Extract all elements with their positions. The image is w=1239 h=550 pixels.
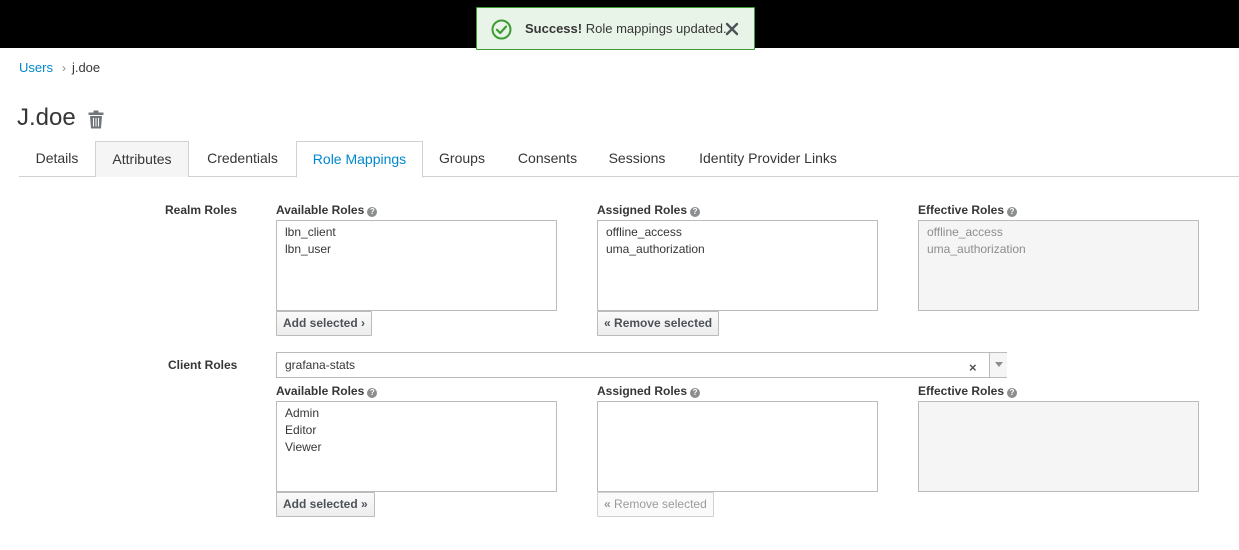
remove-selected-label: Remove selected [614,316,713,330]
realm-available-roles-text: Available Roles [276,203,365,217]
add-selected-label: Add selected [283,497,358,511]
client-roles-label: Client Roles [168,358,238,372]
realm-assigned-roles-text: Assigned Roles [597,203,688,217]
client-select-toggle[interactable] [989,353,1007,377]
realm-assigned-roles-label: Assigned Roles? [597,203,701,217]
close-icon[interactable] [725,22,739,36]
realm-available-roles-list[interactable]: lbn_client lbn_user [276,220,557,311]
list-item[interactable]: Editor [285,422,548,439]
help-icon[interactable]: ? [690,207,701,217]
page-title: J.doe [17,104,76,131]
realm-roles-label: Realm Roles [165,203,238,217]
double-chevron-right-icon: » [361,497,368,511]
chevron-right-icon: › [361,316,366,330]
client-assigned-roles-list[interactable] [597,401,878,492]
tab-details[interactable]: Details [19,141,95,177]
clear-selection-icon[interactable]: × [969,360,977,375]
help-icon[interactable]: ? [690,388,701,398]
notification-message: Role mappings updated. [585,21,727,36]
list-item[interactable]: Viewer [285,439,548,456]
tab-consents[interactable]: Consents [501,141,594,177]
breadcrumb-current: j.doe [71,60,101,75]
client-assigned-roles-text: Assigned Roles [597,384,688,398]
realm-available-roles-label: Available Roles? [276,203,378,217]
client-effective-roles-label: Effective Roles? [918,384,1018,398]
client-available-roles-text: Available Roles [276,384,365,398]
breadcrumb-users-link[interactable]: Users [19,60,53,75]
list-item[interactable]: offline_access [606,224,869,241]
tab-sessions[interactable]: Sessions [594,141,680,177]
notification-text: Success! Role mappings updated. [525,21,727,36]
realm-remove-selected-button[interactable]: « Remove selected [597,311,720,336]
realm-assigned-roles-list[interactable]: offline_access uma_authorization [597,220,878,311]
client-effective-roles-list [918,401,1199,492]
remove-selected-label: Remove selected [614,497,707,511]
list-item[interactable]: uma_authorization [606,241,869,258]
list-item[interactable]: lbn_user [285,241,548,258]
client-effective-roles-text: Effective Roles [918,384,1005,398]
tab-attributes[interactable]: Attributes [95,141,189,177]
help-icon[interactable]: ? [367,207,378,217]
realm-add-selected-button[interactable]: Add selected › [276,311,373,336]
client-available-roles-label: Available Roles? [276,384,378,398]
list-item[interactable]: lbn_client [285,224,548,241]
tab-identity-provider-links[interactable]: Identity Provider Links [680,141,856,177]
client-assigned-roles-label: Assigned Roles? [597,384,701,398]
chevron-left-icon: « [604,316,611,330]
tab-role-mappings[interactable]: Role Mappings [296,141,423,178]
client-select[interactable]: grafana-stats × [276,352,1007,378]
help-icon[interactable]: ? [367,388,378,398]
success-notification: Success! Role mappings updated. [476,7,755,50]
list-item: uma_authorization [927,242,1026,256]
help-icon[interactable]: ? [1007,388,1018,398]
list-item[interactable]: Admin [285,405,548,422]
breadcrumb: Users › j.doe [19,60,100,75]
add-selected-label: Add selected [283,316,358,330]
realm-effective-roles-list: offline_access uma_authorization [918,220,1199,311]
client-remove-selected-button[interactable]: « Remove selected [597,492,714,517]
realm-effective-roles-label: Effective Roles? [918,203,1018,217]
realm-effective-roles-text: Effective Roles [918,203,1005,217]
tab-credentials[interactable]: Credentials [189,141,296,177]
breadcrumb-separator: › [61,61,66,75]
notification-status: Success! [525,21,583,36]
list-item: offline_access [927,225,1003,239]
user-tabs: Details Attributes Credentials Role Mapp… [19,141,1239,178]
client-available-roles-list[interactable]: Admin Editor Viewer [276,401,557,492]
help-icon[interactable]: ? [1007,207,1018,217]
tab-groups[interactable]: Groups [423,141,501,177]
caret-down-icon [995,362,1003,367]
trash-icon[interactable] [88,110,104,129]
check-circle-icon [491,19,512,40]
chevron-left-icon: « [604,497,611,511]
client-select-value: grafana-stats [285,358,356,372]
client-add-selected-button[interactable]: Add selected » [276,492,375,517]
